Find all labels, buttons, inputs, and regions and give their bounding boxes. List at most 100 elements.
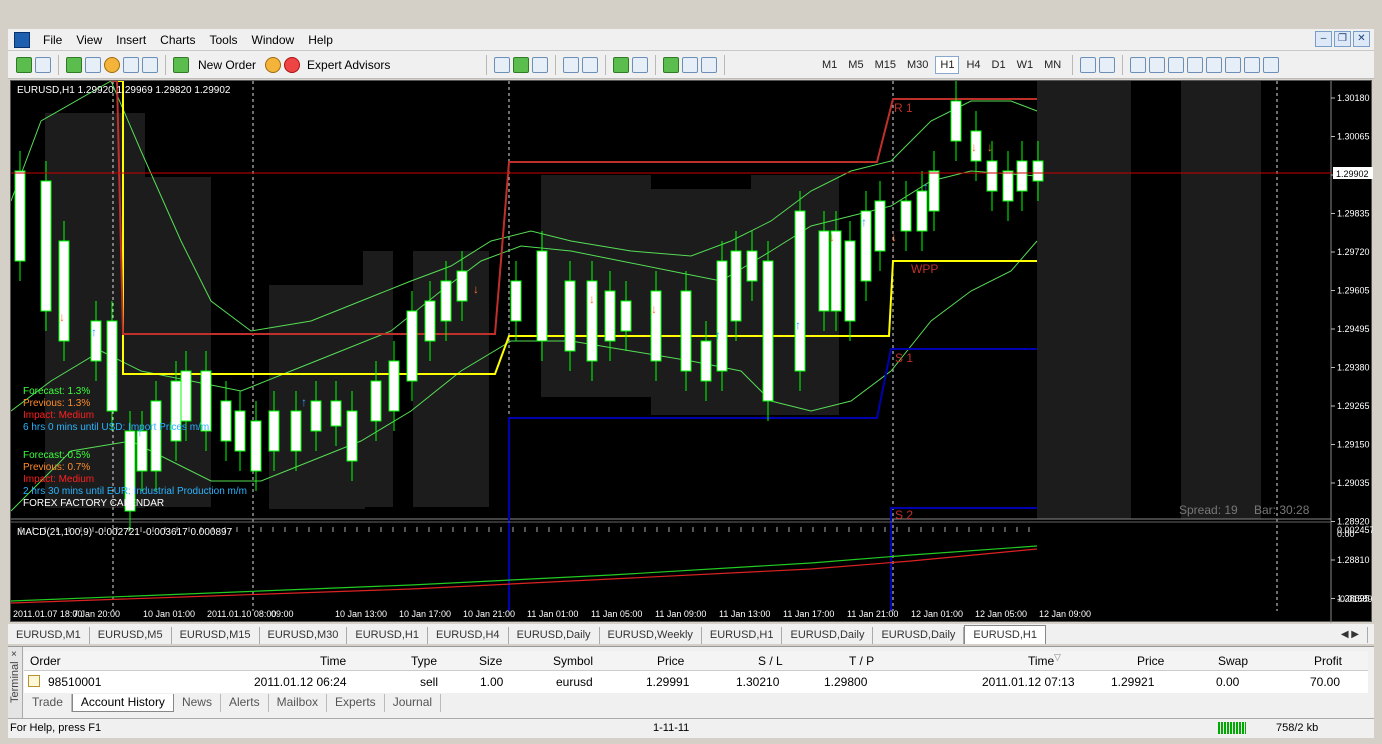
chart-shift-icon[interactable] [632,57,648,73]
chart-tab[interactable]: EURUSD,Daily [782,627,874,644]
vertical-line-icon[interactable] [1130,57,1147,73]
chart-tab[interactable]: EURUSD,M30 [260,627,348,644]
col-time[interactable]: Time [320,654,346,668]
channel-icon[interactable] [1187,57,1204,73]
trendline-icon[interactable] [1168,57,1185,73]
terminal-icon[interactable] [123,57,139,73]
terminal-close-icon[interactable]: × [11,649,17,660]
chart-tab[interactable]: EURUSD,M5 [90,627,172,644]
menu-window[interactable]: Window [245,29,302,51]
col-price[interactable]: Price [657,654,684,668]
table-header: Order Time Type Size Symbol Price S / L … [24,651,1368,671]
navigator-icon[interactable] [85,57,101,73]
expert-advisors-button[interactable]: Expert Advisors [303,58,394,72]
time-scale: 2011.01.07 18:007 Jan 20:00 10 Jan 01:00 2… [13,609,1091,619]
menu-view[interactable]: View [69,29,109,51]
menu-file[interactable]: File [36,29,69,51]
zoom-out-icon[interactable] [582,57,598,73]
templates-icon[interactable] [701,57,717,73]
menu-help[interactable]: Help [301,29,340,51]
zoom-in-icon[interactable] [563,57,579,73]
chart-tab-active[interactable]: EURUSD,H1 [964,625,1046,644]
tab-scroll-icon[interactable]: ◀ ▶ [1333,627,1368,643]
crosshair-icon[interactable] [1099,57,1116,73]
candle-body [700,340,712,382]
bar-chart-icon[interactable] [494,57,510,73]
tf-m30[interactable]: M30 [903,57,932,73]
col-close-price[interactable]: Price [1137,654,1164,668]
chart-window[interactable]: ↓↑↑↑↓↓↓↑↑↓↑↓↑↓↓ 1.301801.300651.299501.2… [10,80,1373,623]
col-tp[interactable]: T / P [849,654,874,668]
chart-tab[interactable]: EURUSD,M1 [8,627,90,644]
col-symbol[interactable]: Symbol [553,654,593,668]
new-chart-icon[interactable] [16,57,32,73]
tf-m5[interactable]: M5 [844,57,867,73]
macd-main-line [11,545,1038,602]
chart-tab[interactable]: EURUSD,H1 [702,627,783,644]
app-icon[interactable] [14,32,30,48]
col-size[interactable]: Size [479,654,502,668]
col-close-time[interactable]: Time [1028,654,1054,668]
tab-trade[interactable]: Trade [24,694,72,712]
menu-insert[interactable]: Insert [109,29,153,51]
col-sl[interactable]: S / L [758,654,783,668]
signal-arrow: ↓ [891,230,897,244]
horizontal-line-icon[interactable] [1149,57,1166,73]
cursor-icon[interactable] [1080,57,1097,73]
chart-tab[interactable]: EURUSD,Daily [509,627,600,644]
minimize-icon[interactable]: – [1315,31,1332,47]
strategy-tester-icon[interactable] [142,57,158,73]
line-chart-icon[interactable] [532,57,548,73]
tab-experts[interactable]: Experts [327,694,385,712]
tab-alerts[interactable]: Alerts [221,694,269,712]
tf-mn[interactable]: MN [1040,57,1065,73]
tab-mailbox[interactable]: Mailbox [269,694,327,712]
candle-body [928,170,940,212]
tf-m1[interactable]: M1 [818,57,841,73]
chart-tab[interactable]: EURUSD,Daily [873,627,965,644]
new-order-button[interactable]: New Order [192,58,262,72]
tf-h1[interactable]: H1 [935,56,960,74]
restore-icon[interactable]: ❐ [1334,31,1351,47]
table-row[interactable]: 98510001 2011.01.12 06:24 sell 1.00 euru… [24,672,1368,692]
chart-tab[interactable]: EURUSD,M15 [172,627,260,644]
candle-body [440,280,452,322]
news1-countdown: 6 hrs 0 mins until USD: Import Prices m/… [23,422,209,433]
data-window-icon[interactable] [104,57,120,73]
tab-news[interactable]: News [174,694,221,712]
candlestick-icon[interactable] [513,57,529,73]
signal-arrow: ↑ [301,395,307,409]
tf-m15[interactable]: M15 [871,57,900,73]
tab-account-history[interactable]: Account History [71,694,174,712]
periods-icon[interactable] [682,57,698,73]
arrows-icon[interactable] [1263,57,1280,73]
col-profit[interactable]: Profit [1314,654,1342,668]
profiles-icon[interactable] [35,57,51,73]
fibonacci-icon[interactable] [1206,57,1223,73]
text-label-icon[interactable] [1244,57,1261,73]
col-order[interactable]: Order [30,654,61,668]
price-chart[interactable]: ↓↑↑↑↓↓↓↑↑↓↑↓↑↓↓ 1.301801.300651.299501.2… [11,81,1373,623]
menu-tools[interactable]: Tools [203,29,245,51]
tf-h4[interactable]: H4 [962,57,984,73]
chart-tab[interactable]: EURUSD,Weekly [600,627,702,644]
col-type[interactable]: Type [411,654,437,668]
close-icon[interactable]: ✕ [1353,31,1370,47]
market-watch-icon[interactable] [66,57,82,73]
metaeditor-icon[interactable] [265,57,282,73]
tf-d1[interactable]: D1 [988,57,1010,73]
time-label: 2011.01.10 08:00 [207,609,276,619]
candle-body [14,170,26,262]
auto-scroll-icon[interactable] [613,57,629,73]
tf-w1[interactable]: W1 [1013,57,1038,73]
time-label: 10 Jan 17:00 [399,609,451,619]
candle-body [564,280,576,352]
col-swap[interactable]: Swap [1218,654,1248,668]
text-icon[interactable] [1225,57,1242,73]
chart-tab[interactable]: EURUSD,H4 [428,627,509,644]
chart-tab[interactable]: EURUSD,H1 [347,627,428,644]
tab-journal[interactable]: Journal [385,694,442,712]
menu-charts[interactable]: Charts [153,29,202,51]
indicators-icon[interactable] [663,57,679,73]
news1-forecast: Forecast: 1.3% [23,386,90,397]
